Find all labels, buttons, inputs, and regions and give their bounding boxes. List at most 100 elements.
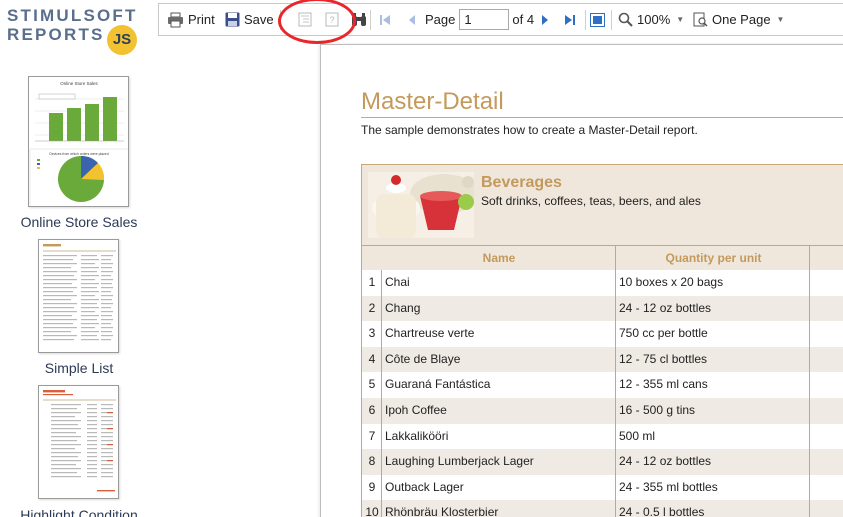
report-title: Master-Detail [361,88,504,115]
product-name: Chai [385,275,410,289]
first-page-icon [380,14,390,25]
product-name: Lakkalikööri [385,428,449,443]
report-page: Master-Detail The sample demonstrates ho… [320,44,843,517]
product-quantity: 12 - 355 ml cans [619,377,708,392]
viewer-root: STIMULSOFT REPORTS JS Online Store Sales… [0,0,843,517]
column-divider [809,246,810,517]
chevron-left-icon [409,14,415,25]
page-count-label: of 4 [512,12,535,27]
page-navigator: Page of 4 [425,4,534,35]
zoom-value: 100% [637,12,671,27]
table-row: 1 Chai 10 boxes x 20 bags [361,270,843,296]
product-name: Côte de Blaye [385,351,461,366]
column-divider [615,246,616,517]
print-label: Print [188,12,215,27]
row-number: 3 [368,326,376,341]
thumb-title: Online Store Sales [60,81,98,86]
product-name: Laughing Lumberjack Lager [385,454,534,469]
save-button[interactable]: Save [225,4,274,35]
last-page-button[interactable] [564,4,576,35]
sidebar-item-highlight-condition[interactable] [38,385,119,499]
toolbar-separator [370,10,371,30]
chevron-down-icon: ▼ [776,15,785,24]
view-mode-value: One Page [712,12,771,27]
row-number: 5 [368,377,376,392]
toolbar-separator [611,10,612,30]
sidebar-item-online-store-sales[interactable]: Online Store Sales Devices from which or… [28,76,129,207]
category-image [368,172,474,238]
chevron-down-icon: ▼ [676,15,685,24]
printer-icon [168,12,183,27]
row-number: 4 [368,351,376,366]
product-quantity: 24 - 12 oz bottles [619,300,712,315]
viewer-toolbar: Print Save ? Page 1 of 4 100% ▼ One Page… [158,0,843,44]
table-row: 8 Laughing Lumberjack Lager 24 - 12 oz b… [361,449,843,475]
logo-text-line1: STIMULSOFT [7,6,138,25]
sidebar-item-label: Simple List [44,360,114,376]
view-mode-dropdown[interactable]: One Page ▼ [693,4,784,35]
report-list-sidebar: Online Store Sales Devices from which or… [0,60,158,517]
table-row: 5 Guaraná Fantástica 12 - 355 ml cans [361,372,843,398]
product-quantity: 24 - 0.5 l bottles [619,505,705,517]
save-label: Save [244,12,274,27]
table-row: 10 Rhönbräu Klosterbier 24 - 0.5 l bottl… [361,500,843,517]
annotation-red-circle [278,0,356,44]
table-row: 7 Lakkalikööri 500 ml [361,423,843,450]
table-row: 9 Outback Lager 24 - 355 ml bottles [361,474,843,501]
product-quantity: 10 boxes x 20 bags [619,275,724,289]
highlight-condition-thumbnail [43,390,116,492]
category-name: Beverages [481,174,562,191]
next-page-button[interactable] [540,4,550,35]
logo-js-badge: JS [107,25,137,55]
row-number: 8 [368,454,376,469]
logo-text-line2: REPORTS [7,25,105,44]
sidebar-item-label: Highlight Condition [20,507,138,517]
full-screen-icon [590,12,605,27]
floppy-disk-icon [225,12,240,27]
table-row: 6 Ipoh Coffee 16 - 500 g tins [361,397,843,424]
magnifier-icon [618,12,633,27]
row-number: 1 [368,275,376,289]
product-quantity: 16 - 500 g tins [619,402,696,417]
product-name: Rhönbräu Klosterbier [385,505,499,517]
row-number: 9 [368,479,376,494]
online-store-sales-thumbnail: Online Store Sales Devices from which or… [29,81,128,206]
page-label: Page [425,12,456,27]
first-page-button[interactable] [379,4,391,35]
thumb-subtitle: Devices from which orders were placed [49,152,108,156]
table-row: 2 Chang 24 - 12 oz bottles [361,295,843,322]
zoom-dropdown[interactable]: 100% ▼ [618,4,684,35]
table-body: 1 Chai 10 boxes x 20 bags 2 Chang 24 - 1… [361,270,843,517]
category-description: Soft drinks, coffees, teas, beers, and a… [481,194,701,208]
report-description: The sample demonstrates how to create a … [361,123,698,137]
toolbar-separator [585,10,586,30]
product-name: Outback Lager [385,479,464,494]
product-name: Ipoh Coffee [385,402,447,417]
print-button[interactable]: Print [167,4,215,35]
table-row: 4 Côte de Blaye 12 - 75 cl bottles [361,346,843,373]
product-quantity: 12 - 75 cl bottles [619,351,708,366]
stimulsoft-logo: STIMULSOFT REPORTS JS [7,6,138,55]
column-divider [381,270,382,517]
page-number-input[interactable] [459,9,510,30]
sidebar-item-label: Online Store Sales [20,214,138,230]
title-underline [361,117,843,118]
row-number: 7 [368,428,376,443]
category-header: Beverages Soft drinks, coffees, teas, be… [361,164,843,246]
column-header-quantity: Quantity per unit [665,251,762,265]
product-name: Chartreuse verte [385,326,475,341]
chevron-right-icon [542,14,548,25]
product-quantity: 24 - 12 oz bottles [619,454,712,469]
previous-page-button[interactable] [407,4,417,35]
row-number: 2 [368,300,376,315]
product-name: Guaraná Fantástica [385,377,491,392]
table-row: 3 Chartreuse verte 750 cc per bottle [361,321,843,347]
product-name: Chang [385,300,421,315]
row-number: 10 [365,505,379,517]
product-quantity: 750 cc per bottle [619,326,708,341]
full-screen-button[interactable] [590,4,605,35]
sidebar-item-simple-list[interactable] [38,239,119,353]
last-page-icon [565,14,575,25]
drinks-photo [368,172,474,238]
page-view-icon [693,12,708,27]
